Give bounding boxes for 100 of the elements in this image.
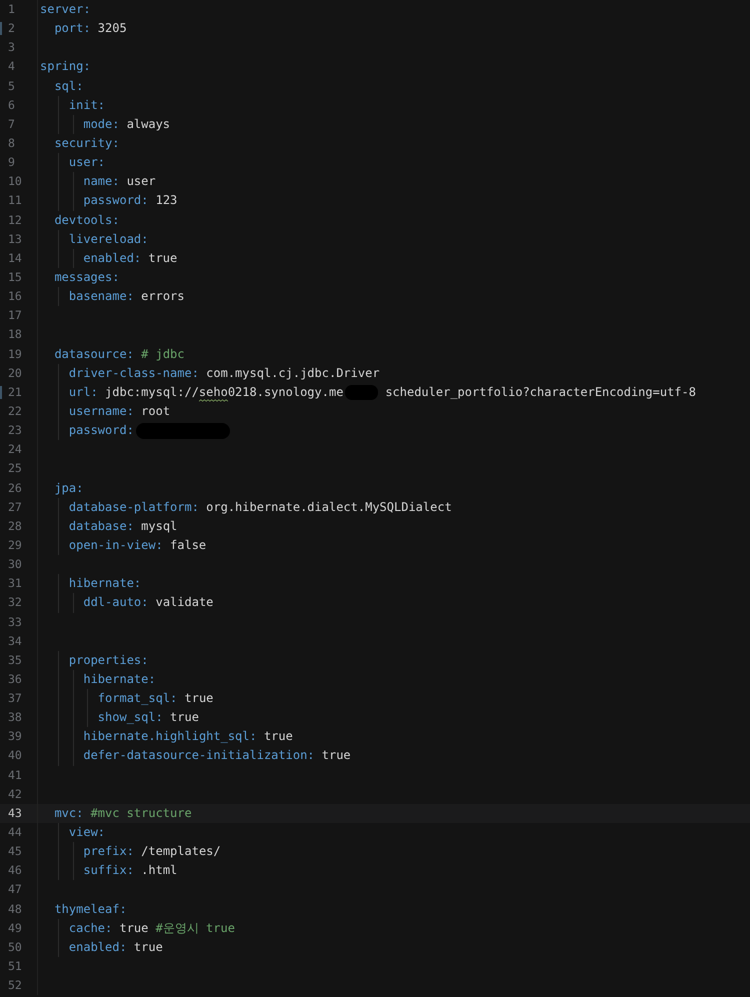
line-number: 5: [8, 78, 16, 95]
yaml-value: com.mysql.cj.jdbc.Driver: [206, 364, 380, 382]
yaml-value: always: [126, 116, 170, 133]
yaml-key: prefix:: [83, 842, 134, 862]
line-number: 36: [8, 670, 23, 688]
line-number: 1: [8, 1, 16, 18]
yaml-key: hibernate.highlight_sql:: [83, 727, 257, 746]
yaml-key: database:: [68, 516, 134, 536]
yaml-key: driver-class-name:: [68, 364, 199, 383]
yaml-key: basename:: [68, 287, 134, 306]
yaml-key: jpa:: [54, 478, 84, 498]
line-number: 7: [8, 116, 16, 133]
line-number: 10: [8, 173, 23, 190]
line-number: 20: [8, 364, 23, 382]
yaml-key: format_sql:: [98, 689, 178, 708]
line-number: 2: [8, 20, 16, 38]
yaml-key: spring:: [40, 57, 91, 77]
yaml-value: 3205: [98, 20, 127, 38]
yaml-key: security:: [54, 134, 120, 154]
yaml-value: true: [134, 938, 163, 956]
yaml-key: hibernate:: [83, 670, 156, 690]
line-number: 49: [8, 920, 23, 937]
yaml-value: 123: [156, 192, 178, 210]
line-number: 48: [8, 900, 23, 918]
line-number: 6: [8, 96, 16, 114]
yaml-key: open-in-view:: [68, 536, 163, 556]
yaml-key: livereload:: [68, 230, 148, 249]
yaml-value: org.hibernate.dialect.MySQLDialect: [206, 498, 452, 516]
yaml-key: password:: [83, 191, 148, 211]
line-number: 11: [8, 192, 23, 210]
yaml-key: cache:: [68, 918, 112, 938]
line-number: 24: [8, 441, 23, 458]
line-number: 35: [8, 652, 23, 669]
line-number: 16: [8, 288, 23, 306]
line-number: 31: [8, 575, 23, 592]
line-number: 34: [8, 632, 23, 650]
yaml-value: user: [126, 173, 156, 190]
line-number: 33: [8, 614, 23, 630]
line-number: 38: [8, 709, 23, 726]
yaml-value: mysql: [141, 518, 178, 535]
yaml-key: suffix:: [83, 861, 134, 880]
yaml-key: enabled:: [68, 938, 127, 958]
yaml-key: port:: [54, 19, 91, 38]
yaml-value: true: [322, 747, 351, 764]
line-number: 37: [8, 690, 23, 708]
yaml-key: database-platform:: [68, 498, 199, 517]
yaml-value: jdbc:mysql://seho0218.synology.me: [105, 382, 344, 402]
yaml-value: .html: [141, 862, 178, 880]
yaml-key: properties:: [68, 650, 148, 670]
line-number: 25: [8, 460, 23, 478]
line-number: 23: [8, 422, 23, 440]
line-number: 40: [8, 747, 23, 764]
yaml-key: messages:: [54, 268, 120, 288]
line-number: 45: [8, 843, 23, 860]
line-number: 47: [8, 881, 23, 898]
line-number: 27: [8, 498, 23, 516]
line-number: 9: [8, 154, 16, 172]
yaml-key: mode:: [83, 114, 120, 134]
line-number: 29: [8, 536, 23, 554]
yaml-key: hibernate:: [68, 574, 142, 594]
yaml-value: true: [170, 709, 199, 726]
line-number: 18: [8, 326, 23, 344]
line-number: 30: [8, 556, 23, 574]
yaml-value: root: [141, 402, 170, 420]
yaml-key: view:: [68, 823, 106, 842]
line-number: 43: [8, 804, 23, 822]
yaml-value: true: [264, 728, 293, 746]
line-number: 28: [8, 518, 23, 535]
line-number: 8: [8, 134, 16, 152]
code-comment: #mvc structure: [90, 804, 192, 822]
line-number: 15: [8, 268, 23, 286]
yaml-key: user:: [68, 153, 106, 172]
yaml-value: scheduler_portfolio?characterEncoding=utf-8: [385, 384, 696, 401]
line-number: 21: [8, 384, 23, 401]
yaml-key: ddl-auto:: [83, 593, 148, 612]
yaml-value: errors: [141, 288, 184, 306]
yaml-key: show_sql:: [98, 708, 163, 728]
yaml-key: thymeleaf:: [54, 900, 127, 919]
yaml-key: sql:: [54, 76, 84, 96]
yaml-key: name:: [83, 172, 120, 192]
line-number: 26: [8, 480, 23, 497]
yaml-key: devtools:: [54, 210, 120, 230]
yaml-key: server:: [40, 0, 91, 20]
line-number: 17: [8, 307, 23, 324]
yaml-key: password:: [68, 421, 134, 440]
line-number: 42: [8, 786, 23, 803]
line-number: 50: [8, 938, 23, 956]
yaml-key: mvc:: [54, 804, 84, 824]
code-comment: #운영시 true: [156, 920, 235, 937]
line-number: 22: [8, 402, 23, 420]
code-comment: # jdbc: [141, 346, 184, 363]
line-number: 13: [8, 230, 23, 248]
yaml-key: username:: [68, 402, 134, 422]
line-number: 51: [8, 958, 23, 976]
yaml-value: validate: [156, 594, 214, 612]
line-number: 41: [8, 766, 23, 784]
line-number: 32: [8, 594, 23, 612]
yaml-key: url:: [68, 382, 98, 402]
line-number: 44: [8, 824, 23, 842]
line-number: 52: [8, 977, 23, 994]
